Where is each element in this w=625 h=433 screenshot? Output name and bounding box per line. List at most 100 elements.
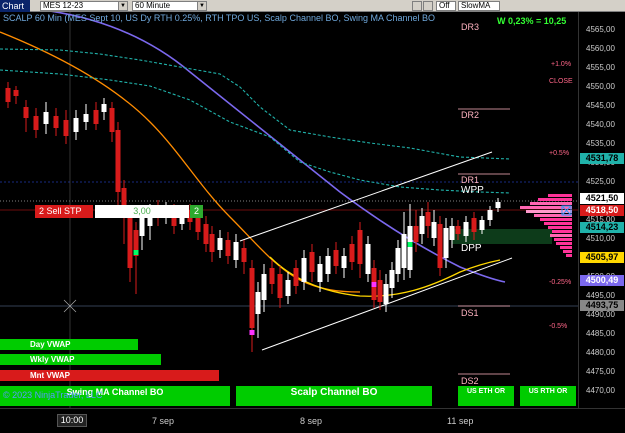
candle-body bbox=[463, 222, 469, 236]
candle-body bbox=[449, 226, 455, 240]
candle-body bbox=[389, 270, 395, 288]
price-tick: 4560,00 bbox=[586, 44, 615, 53]
candle-body bbox=[325, 256, 331, 274]
candle-body bbox=[425, 212, 431, 226]
candle-body bbox=[487, 210, 493, 220]
price-tick: 4525,00 bbox=[586, 177, 615, 186]
candle-body bbox=[249, 268, 255, 328]
candle-body bbox=[377, 280, 383, 302]
candle-body bbox=[357, 230, 363, 264]
date-label-2: 8 sep bbox=[300, 416, 323, 426]
candle-body bbox=[255, 292, 261, 314]
candle-body bbox=[333, 250, 339, 266]
candle-body bbox=[43, 112, 49, 124]
order-price[interactable]: 3,00 bbox=[95, 205, 189, 218]
date-label-1: 7 sep bbox=[152, 416, 175, 426]
candle-body bbox=[233, 242, 239, 260]
pct-minus-025: -0.25% bbox=[549, 279, 572, 286]
toggle-select[interactable]: Off bbox=[436, 1, 456, 11]
signal-marker bbox=[371, 282, 377, 287]
volume-profile bbox=[520, 194, 572, 257]
channel-upper-line bbox=[0, 48, 511, 160]
wpp-label: WPP bbox=[461, 185, 484, 196]
close-label: CLOSE bbox=[549, 78, 573, 85]
candle-body bbox=[5, 88, 11, 102]
candle-body bbox=[225, 240, 231, 256]
candle-body bbox=[209, 234, 215, 252]
toolbar-button-1[interactable] bbox=[412, 1, 422, 11]
wkly-vwap-bar: Wkly VWAP bbox=[0, 354, 161, 365]
instrument-value: MES 12-23 bbox=[43, 1, 84, 10]
price-tick: 4555,00 bbox=[586, 63, 615, 72]
candle-body bbox=[53, 116, 59, 128]
candle-body bbox=[431, 222, 437, 238]
copyright-text: © 2023 NinjaTrader, LLC bbox=[3, 390, 103, 400]
price-box: 4505,97 bbox=[580, 252, 624, 263]
instrument-select[interactable]: MES 12-23 ▼ bbox=[40, 1, 128, 11]
price-tick: 4495,00 bbox=[586, 291, 615, 300]
candle-body bbox=[277, 274, 283, 298]
dr3-label: DR3 bbox=[461, 22, 480, 32]
chevron-down-icon[interactable]: ▼ bbox=[118, 2, 127, 10]
candle-body bbox=[413, 226, 419, 242]
candle-body bbox=[401, 234, 407, 268]
pct-plus-05: +0.5% bbox=[549, 150, 570, 157]
fast-ma-line bbox=[0, 31, 361, 293]
interval-value: 60 Minute bbox=[135, 1, 171, 10]
dr1-label: DR1 bbox=[461, 175, 480, 185]
candle-body bbox=[73, 118, 79, 132]
dpp-label: DPP bbox=[461, 243, 482, 254]
toolbar-button-2[interactable] bbox=[423, 1, 433, 11]
candle-body bbox=[203, 224, 209, 244]
dr2-label: DR2 bbox=[461, 110, 480, 120]
candle-body bbox=[241, 248, 247, 262]
candle-body bbox=[195, 216, 201, 232]
ds2-label: DS2 bbox=[461, 376, 479, 386]
candle-body bbox=[479, 220, 485, 230]
candle-body bbox=[383, 284, 389, 304]
price-tick: 4485,00 bbox=[586, 329, 615, 338]
scalp-bo-bar: Scalp Channel BO bbox=[236, 386, 432, 406]
candle-body bbox=[217, 238, 223, 250]
price-box: 4514,23 bbox=[580, 222, 624, 233]
price-tick: 4540,00 bbox=[586, 120, 615, 129]
mnt-vwap-bar: Mnt VWAP bbox=[0, 370, 219, 381]
candle-body bbox=[269, 268, 275, 284]
candle-body bbox=[115, 130, 121, 192]
sell-stop-button[interactable]: 2 Sell STP bbox=[35, 205, 93, 218]
candle-body bbox=[471, 218, 477, 232]
candle-body bbox=[13, 90, 19, 96]
candle-body bbox=[437, 224, 443, 268]
chevron-down-icon[interactable]: ▼ bbox=[197, 2, 206, 10]
candle-body bbox=[83, 114, 89, 122]
price-tick: 4475,00 bbox=[586, 367, 615, 376]
date-label-3: 11 sep bbox=[447, 416, 474, 426]
order-qty[interactable]: 2 bbox=[190, 205, 203, 218]
signal-marker bbox=[249, 330, 255, 335]
candle-body bbox=[23, 107, 29, 118]
candle-body bbox=[33, 116, 39, 130]
us-rth-bar: US RTH OR bbox=[520, 386, 576, 406]
candle-body bbox=[109, 108, 115, 132]
interval-select[interactable]: 60 Minute ▼ bbox=[132, 1, 207, 11]
candle-body bbox=[301, 258, 307, 282]
pct-minus-05: -0.5% bbox=[549, 323, 568, 330]
chart-tab[interactable]: Chart bbox=[0, 0, 30, 12]
crosshair-time: 10:00 bbox=[57, 414, 87, 427]
indicator-value: SlowMA bbox=[461, 1, 491, 10]
candle-body bbox=[63, 120, 69, 136]
day-vwap-bar: Day VWAP bbox=[0, 339, 138, 350]
candle-body bbox=[317, 264, 323, 282]
candle-body bbox=[101, 104, 107, 112]
signal-marker bbox=[407, 242, 413, 247]
price-tick: 4550,00 bbox=[586, 82, 615, 91]
signal-marker bbox=[133, 250, 139, 255]
candle-body bbox=[365, 244, 371, 274]
price-tick: 4480,00 bbox=[586, 348, 615, 357]
pnl-readout: W 0,23% = 10,25 bbox=[497, 16, 567, 26]
candle-body bbox=[341, 256, 347, 268]
candle-body bbox=[443, 228, 449, 258]
indicator-select[interactable]: SlowMA bbox=[458, 1, 500, 11]
price-box: 4531,78 bbox=[580, 153, 624, 164]
price-tick: 4510,00 bbox=[586, 234, 615, 243]
